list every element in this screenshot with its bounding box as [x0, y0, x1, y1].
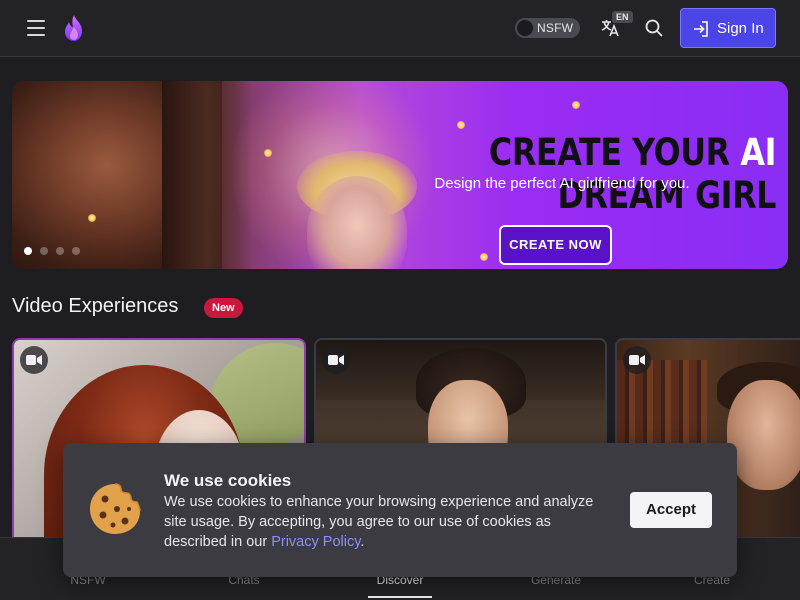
carousel-dot[interactable] — [56, 247, 64, 255]
hero-subtitle: Design the perfect AI girlfriend for you… — [434, 175, 690, 192]
menu-button[interactable] — [22, 16, 50, 40]
carousel-dot[interactable] — [24, 247, 32, 255]
language-button[interactable]: EN — [598, 11, 634, 44]
top-bar: NSFW EN Sign In — [0, 0, 800, 57]
flame-logo-icon[interactable] — [60, 13, 88, 43]
language-badge: EN — [612, 11, 633, 23]
privacy-policy-link[interactable]: Privacy Policy — [271, 534, 360, 550]
carousel-dot[interactable] — [72, 247, 80, 255]
login-icon — [694, 21, 708, 37]
hero-banner[interactable]: CREATE YOUR AI DREAM GIRL Design the per… — [12, 81, 788, 269]
sparkle — [480, 253, 488, 261]
create-now-button[interactable]: CREATE NOW — [499, 225, 612, 265]
search-icon[interactable] — [643, 17, 665, 39]
cookie-body-trailing: . — [360, 534, 365, 550]
hero-title-part1: CREATE YOUR — [488, 131, 741, 174]
hero-title: CREATE YOUR AI DREAM GIRL — [406, 131, 777, 217]
video-badge — [623, 346, 651, 374]
video-badge — [20, 346, 48, 374]
sparkle — [88, 214, 96, 222]
cookie-banner: We use cookies We use cookies to enhance… — [63, 443, 737, 577]
accept-cookies-button[interactable]: Accept — [630, 492, 712, 528]
cookie-icon — [90, 483, 141, 534]
sparkle — [264, 149, 272, 157]
hero-title-ai: AI — [740, 131, 776, 174]
cookie-heading: We use cookies — [164, 471, 292, 490]
toggle-knob — [517, 20, 533, 36]
hamburger-icon-line — [27, 20, 45, 22]
video-camera-icon — [26, 355, 42, 365]
new-badge: New — [204, 298, 243, 318]
section-title: Video Experiences — [12, 295, 179, 317]
nsfw-toggle[interactable]: NSFW — [515, 18, 580, 38]
sparkle — [572, 101, 580, 109]
sign-in-button[interactable]: Sign In — [680, 8, 776, 48]
sign-in-label: Sign In — [717, 20, 764, 37]
video-badge — [322, 346, 350, 374]
active-tab-indicator — [368, 596, 432, 598]
video-camera-icon — [328, 355, 344, 365]
hamburger-icon-line — [27, 34, 45, 36]
cookie-message: We use cookies to enhance your browsing … — [164, 492, 614, 552]
video-camera-icon — [629, 355, 645, 365]
card-image-face — [727, 380, 800, 490]
sparkle — [457, 121, 465, 129]
carousel-dot[interactable] — [40, 247, 48, 255]
nsfw-toggle-label: NSFW — [537, 21, 574, 35]
cookie-body-text: We use cookies to enhance your browsing … — [164, 494, 594, 550]
hamburger-icon-line — [27, 27, 45, 29]
